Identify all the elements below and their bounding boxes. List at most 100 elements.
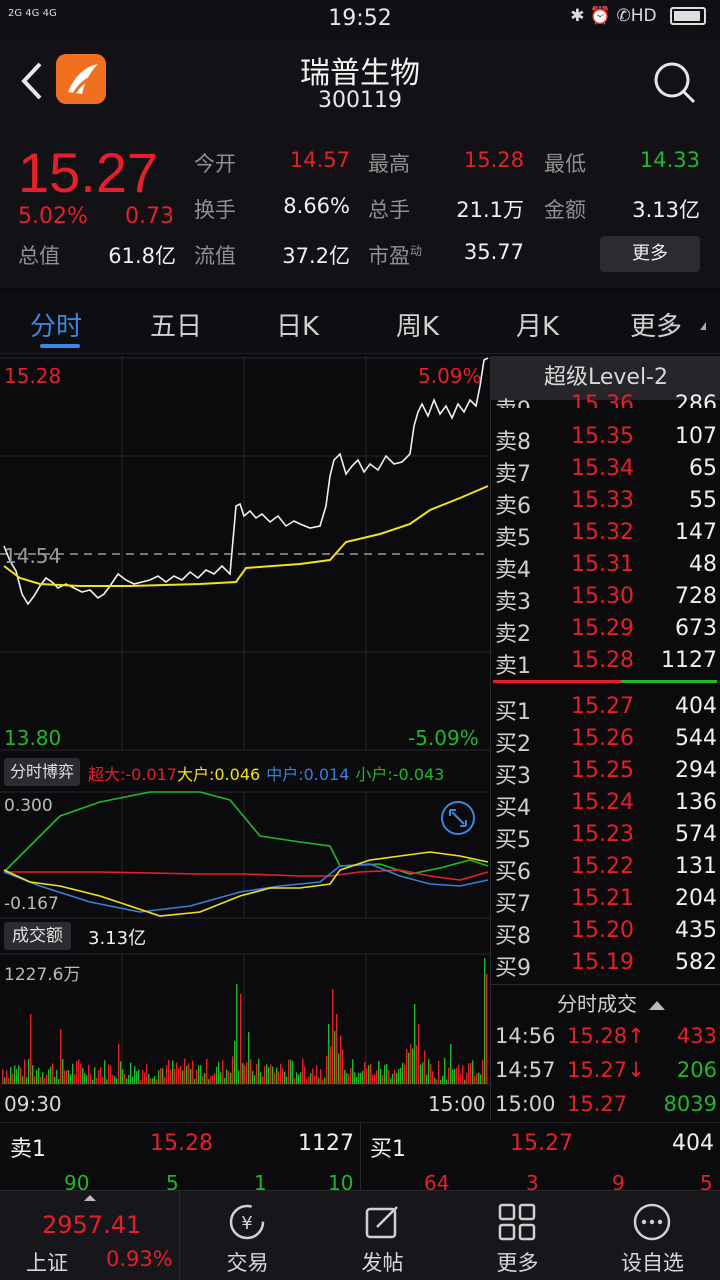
index-ticker[interactable]: 2957.41 上证 0.93%: [0, 1191, 180, 1280]
buy-row[interactable]: 买8 15.20 435: [495, 918, 717, 950]
chart-tabs: 分时 五日 日K 周K 月K 更多: [0, 292, 720, 354]
price-low-pct: -5.09%: [408, 726, 479, 750]
volume-bar: [272, 1066, 274, 1084]
sell-level: 卖9: [495, 392, 531, 408]
volume-bar: [230, 1072, 232, 1084]
volume-bar: [146, 1064, 148, 1084]
grid-icon: [498, 1203, 536, 1241]
volume-bar: [70, 1074, 72, 1084]
volume-bar: [48, 1069, 50, 1084]
volume-bar: [14, 1065, 16, 1084]
sell-row[interactable]: 卖3 15.30 728: [495, 584, 717, 616]
buy-volume: 574: [675, 822, 717, 847]
volume-bar: [286, 1076, 288, 1084]
volume-bar: [368, 1065, 370, 1084]
add-watchlist-button[interactable]: 设自选: [585, 1191, 720, 1280]
volume-bar: [386, 1063, 388, 1084]
buy-row[interactable]: 买6 15.22 131: [495, 854, 717, 886]
buy-row[interactable]: 买1 15.27 404: [495, 694, 717, 726]
volume-bar: [192, 1060, 194, 1084]
search-button[interactable]: [650, 58, 698, 106]
volume-bar: [332, 989, 334, 1084]
volume-bar: [476, 1073, 478, 1084]
volume-bar: [362, 1070, 364, 1084]
volume-bar: [446, 1079, 448, 1084]
volume-bar: [250, 1059, 252, 1084]
buy-row[interactable]: 买7 15.21 204: [495, 886, 717, 918]
tab-more[interactable]: 更多: [630, 306, 682, 343]
more-button[interactable]: 更多: [450, 1191, 585, 1280]
post-button[interactable]: 发帖: [315, 1191, 450, 1280]
buy-level: 买2: [495, 732, 531, 757]
sell-row[interactable]: 卖7 15.34 65: [495, 456, 717, 488]
buy-row[interactable]: 买2 15.26 544: [495, 726, 717, 758]
trade-button[interactable]: ¥ 交易: [180, 1191, 315, 1280]
volume-bar: [166, 1065, 168, 1084]
sell-row[interactable]: 卖9 15.36 286: [495, 392, 717, 408]
volume-bar: [278, 1071, 280, 1084]
sell-row[interactable]: 卖5 15.32 147: [495, 520, 717, 552]
volume-bar: [218, 1061, 220, 1084]
buy-volume: 294: [675, 758, 717, 783]
volume-bar: [318, 1077, 320, 1084]
tab-five-day[interactable]: 五日: [150, 306, 202, 343]
volume-bar: [50, 1066, 52, 1084]
volume-bar: [328, 1023, 330, 1084]
more-quote-button[interactable]: 更多: [600, 236, 700, 272]
volume-bar: [366, 1068, 368, 1084]
legend-super: 超大:-0.017: [88, 765, 177, 784]
tick-volume: 8039: [663, 1092, 717, 1116]
volume-bar: [26, 1077, 28, 1084]
volume-bar: [110, 1065, 112, 1084]
tab-monthly-k[interactable]: 月K: [516, 306, 559, 343]
volume-bar: [156, 1079, 158, 1084]
strip-buy-label: 买1: [370, 1137, 406, 1162]
volume-bar: [116, 1078, 118, 1084]
game-line-large: [3, 791, 489, 875]
sell-row[interactable]: 卖8 15.35 107: [495, 424, 717, 456]
index-name: 上证: [26, 1251, 68, 1275]
buy-row[interactable]: 买4 15.24 136: [495, 790, 717, 822]
sell-row[interactable]: 卖6 15.33 55: [495, 488, 717, 520]
volume-bar: [374, 1074, 376, 1084]
volume-bar: [388, 1070, 390, 1084]
volume-bar: [316, 1065, 318, 1084]
volume-bar: [2, 1069, 4, 1084]
volume-bar: [108, 1064, 110, 1084]
volume-bar: [338, 1053, 340, 1084]
buy-volume: 204: [675, 886, 717, 911]
volume-bar: [132, 1076, 134, 1084]
volume-bar: [352, 1059, 354, 1084]
volume-bar: [440, 1079, 442, 1084]
volume-bar: [148, 1074, 150, 1084]
search-icon: [654, 62, 696, 104]
sell-row[interactable]: 卖4 15.31 48: [495, 552, 717, 584]
game-toggle-button[interactable]: 分时博弈: [4, 758, 81, 786]
stock-name: 瑞普生物: [300, 56, 420, 91]
buy-row[interactable]: 买3 15.25 294: [495, 758, 717, 790]
caret-up-icon: [649, 1001, 666, 1010]
volume-bar: [258, 1058, 260, 1084]
volume-bar: [114, 1076, 116, 1084]
sell-row[interactable]: 卖1 15.28 1127: [495, 648, 717, 680]
volume-bar: [468, 1063, 470, 1084]
buy-level: 买3: [495, 764, 531, 789]
buy-row[interactable]: 买9 15.19 582: [495, 950, 717, 982]
volume-bar: [364, 1062, 366, 1084]
volume-bar: [168, 1060, 170, 1084]
buy-level: 买6: [495, 860, 531, 885]
sell-row[interactable]: 卖2 15.29 673: [495, 616, 717, 648]
battery-icon: [670, 7, 706, 25]
order-book: 超级Level-2 卖9 15.36 286 卖8 15.35 107 卖7 1…: [490, 356, 720, 1120]
tab-intraday[interactable]: 分时: [30, 306, 82, 343]
volume-bar: [340, 1035, 342, 1084]
volume-bar: [160, 1068, 162, 1084]
tab-daily-k[interactable]: 日K: [276, 306, 319, 343]
tab-weekly-k[interactable]: 周K: [396, 306, 439, 343]
buy-row[interactable]: 买5 15.23 574: [495, 822, 717, 854]
ticks-title[interactable]: 分时成交: [557, 988, 666, 1017]
volume-bar: [410, 1044, 412, 1084]
volume-toggle-button[interactable]: 成交额: [4, 922, 71, 950]
sell-volume: 147: [675, 520, 717, 545]
volume-bar: [450, 1044, 452, 1084]
